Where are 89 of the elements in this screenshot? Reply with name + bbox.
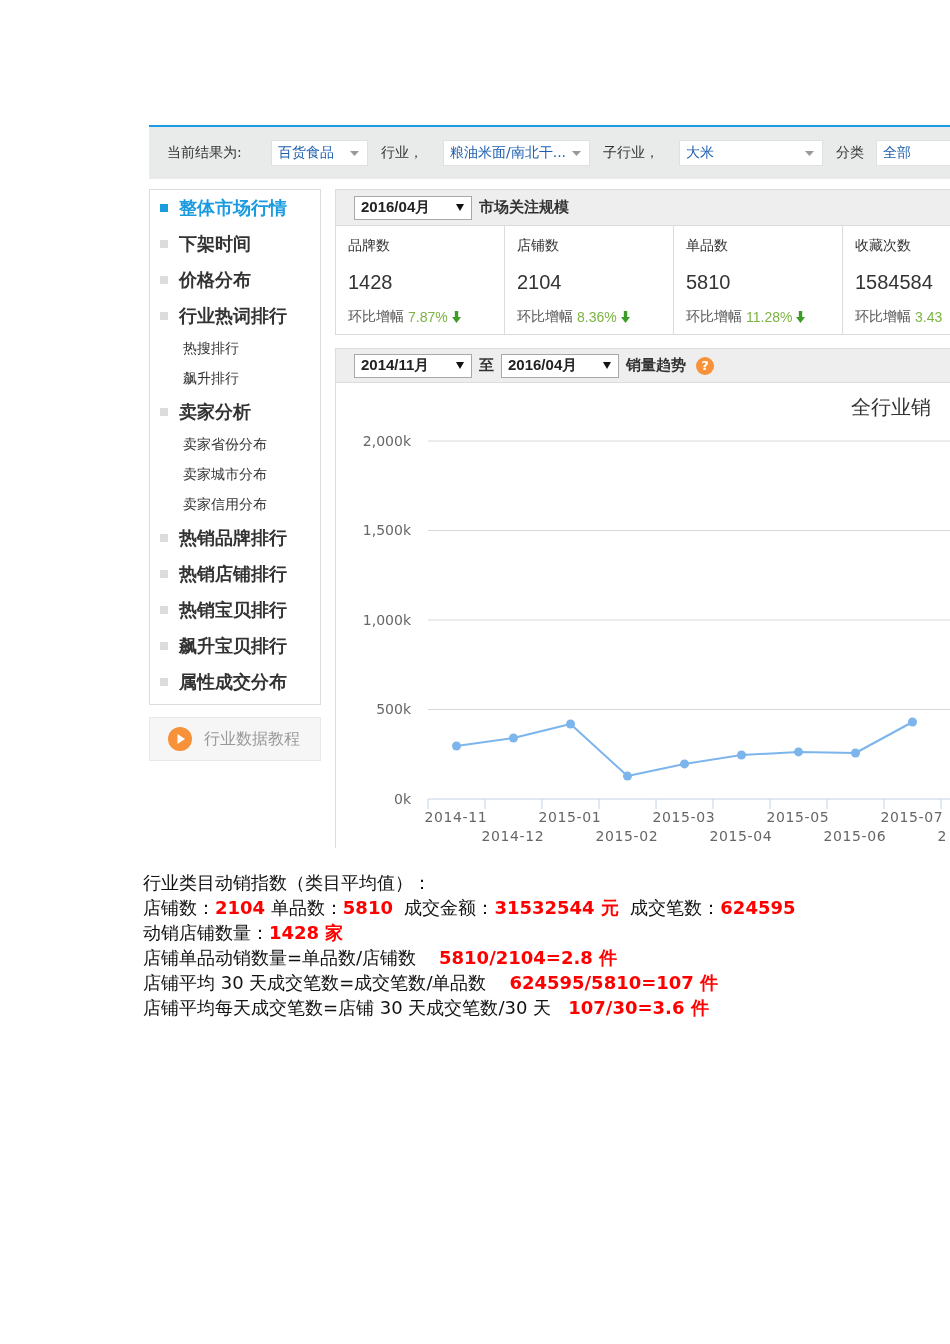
sidebar-item[interactable]: 行业热词排行 — [150, 298, 320, 334]
data-point — [908, 717, 917, 727]
bullet-icon — [160, 204, 168, 212]
sidebar-subitem[interactable]: 飙升排行 — [150, 364, 320, 394]
data-point — [452, 741, 461, 751]
y-axis-label: 500k — [376, 701, 411, 718]
stat-value: 2104 — [517, 270, 562, 294]
chart-title: 全行业销 — [851, 395, 931, 419]
filter-label: 分类 — [836, 144, 866, 162]
category-dropdown[interactable]: 百货食品 — [271, 140, 368, 166]
bullet-icon — [160, 534, 168, 542]
play-icon — [168, 727, 192, 751]
sidebar-subitem[interactable]: 热搜排行 — [150, 334, 320, 364]
x-axis-label: 2014-12 — [481, 827, 545, 844]
category-dropdown[interactable]: 全部 — [876, 140, 950, 166]
filter-label: 行业， — [381, 144, 424, 162]
sidebar-item[interactable]: 飙升宝贝排行 — [150, 628, 320, 664]
data-point — [737, 750, 746, 760]
data-point — [623, 771, 632, 781]
data-point — [851, 748, 860, 758]
month-select[interactable]: 2014/11月 — [354, 353, 472, 378]
data-point — [509, 733, 518, 743]
bullet-icon — [160, 408, 168, 416]
note-line: 行业类目动销指数（类目平均值）： — [143, 871, 432, 895]
bullet-icon — [160, 276, 168, 284]
category-dropdown[interactable]: 大米 — [679, 140, 824, 166]
x-axis-label: 2015-05 — [766, 808, 830, 825]
caret-icon — [456, 362, 464, 369]
change-value: 8.36% — [577, 309, 617, 325]
sidebar-subitem[interactable]: 卖家信用分布 — [150, 490, 320, 520]
x-axis-label: 2015-03 — [652, 808, 716, 825]
x-axis-label: 2015-06 — [823, 827, 887, 844]
stat-value: 1584584 — [855, 270, 933, 294]
sidebar-subitem[interactable]: 卖家城市分布 — [150, 460, 320, 490]
sidebar-item[interactable]: 热销品牌排行 — [150, 520, 320, 556]
range-separator: 至 — [479, 356, 494, 375]
caret-icon — [456, 204, 464, 211]
month-select[interactable]: 2016/04月 — [354, 195, 472, 220]
panel-title: 市场关注规模 — [479, 198, 569, 217]
sidebar-item[interactable]: 属性成交分布 — [150, 664, 320, 700]
stat-value: 5810 — [686, 270, 731, 294]
y-axis-label: 1,000k — [362, 611, 411, 628]
sidebar-subitem[interactable]: 卖家省份分布 — [150, 430, 320, 460]
sidebar-item[interactable]: 热销宝贝排行 — [150, 592, 320, 628]
bullet-icon — [160, 642, 168, 650]
stat-label: 单品数 — [686, 237, 728, 253]
bullet-icon — [160, 606, 168, 614]
stat-value: 1428 — [348, 270, 393, 294]
stat-label: 品牌数 — [348, 237, 390, 253]
note-line: 店铺数：2104 单品数：5810 成交金额：31532544 元 成交笔数：624595 — [143, 896, 797, 920]
sidebar-item[interactable]: 下架时间 — [150, 226, 320, 262]
bullet-icon — [160, 240, 168, 248]
data-point — [794, 747, 803, 757]
change-label: 环比增幅 — [855, 308, 911, 326]
data-point — [566, 719, 575, 729]
x-axis-label: 2 — [937, 827, 947, 844]
y-axis-label: 0k — [394, 790, 411, 807]
bullet-icon — [160, 678, 168, 686]
note-line: 店铺平均每天成交笔数=店铺 30 天成交笔数/30 天 107/30=3.6 件 — [143, 996, 710, 1020]
sidebar-item[interactable]: 卖家分析 — [150, 394, 320, 430]
filter-label: 当前结果为: — [167, 144, 243, 162]
category-dropdown[interactable]: 粮油米面/南北干... — [443, 140, 591, 166]
bullet-icon — [160, 570, 168, 578]
change-label: 环比增幅 — [517, 308, 573, 326]
x-axis-label: 2015-02 — [595, 827, 659, 844]
sidebar-item[interactable]: 价格分布 — [150, 262, 320, 298]
caret-icon — [603, 362, 611, 369]
x-axis-label: 2015-04 — [709, 827, 773, 844]
note-line: 动销店铺数量：1428 家 — [143, 921, 345, 945]
y-axis-label: 1,500k — [362, 522, 411, 539]
data-point — [680, 759, 689, 769]
x-axis-label: 2014-11 — [424, 808, 488, 825]
change-value: 3.43 — [915, 309, 943, 325]
sidebar-item[interactable]: 热销店铺排行 — [150, 556, 320, 592]
change-value: 11.28% — [746, 309, 793, 325]
change-value: 7.87% — [408, 309, 448, 325]
change-label: 环比增幅 — [348, 308, 404, 326]
bullet-icon — [160, 312, 168, 320]
stat-label: 店铺数 — [517, 237, 559, 253]
change-label: 环比增幅 — [686, 308, 742, 326]
note-line: 店铺平均 30 天成交笔数=成交笔数/单品数 624595/5810=107 件 — [143, 971, 720, 995]
stat-label: 收藏次数 — [855, 237, 911, 253]
filter-label: 子行业， — [603, 144, 661, 162]
x-axis-label: 2015-07 — [880, 808, 944, 825]
month-select[interactable]: 2016/04月 — [501, 353, 619, 378]
panel-title: 销量趋势 — [626, 356, 686, 375]
x-axis-label: 2015-01 — [538, 808, 602, 825]
y-axis-label: 2,000k — [362, 432, 411, 449]
note-line: 店铺单品动销数量=单品数/店铺数 5810/2104=2.8 件 — [143, 946, 619, 970]
